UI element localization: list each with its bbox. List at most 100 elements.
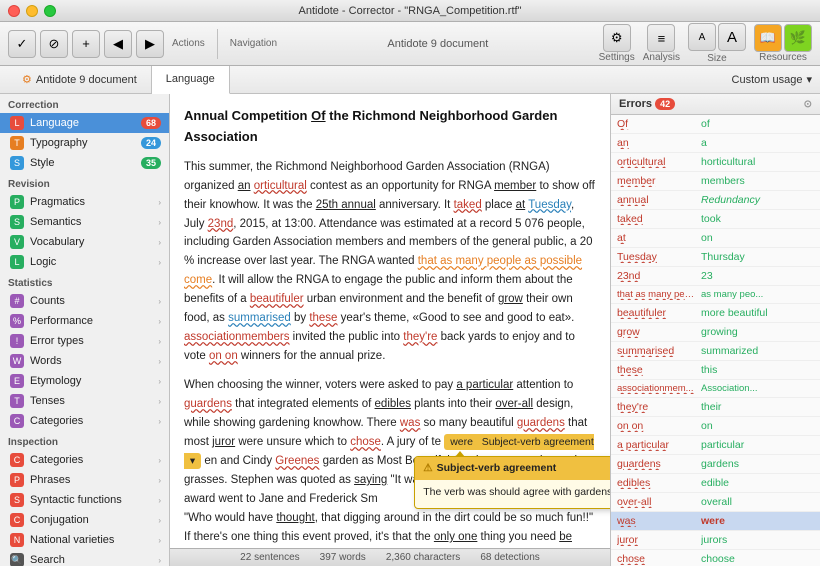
- scroll-indicator: ⊙: [804, 99, 812, 110]
- sidebar-item-error-types[interactable]: ! Error types ›: [0, 331, 169, 351]
- error-row-23nd[interactable]: 23nd23: [611, 267, 820, 286]
- doc-title: Annual Competition Of the Richmond Neigh…: [184, 106, 596, 148]
- tooltip-container: were Subject-verb agreement ▾ ⚠ Subject-…: [184, 436, 594, 467]
- back-button[interactable]: ◀: [104, 30, 132, 58]
- sidebar-item-phrases[interactable]: P Phrases ›: [0, 470, 169, 490]
- check-button[interactable]: ✓: [8, 30, 36, 58]
- sidebar-item-logic-label: Logic: [30, 256, 56, 268]
- antidote-label: Antidote 9 document: [387, 38, 488, 50]
- error-row-grow[interactable]: growgrowing: [611, 323, 820, 342]
- sidebar-item-vocabulary[interactable]: V Vocabulary ›: [0, 232, 169, 252]
- size-large-button[interactable]: A: [718, 23, 746, 51]
- language-tab[interactable]: Language: [152, 66, 230, 94]
- error-row-taked[interactable]: takedtook: [611, 210, 820, 229]
- error-row-many-peo[interactable]: that as many peo...as many peo...: [611, 286, 820, 304]
- settings-label: Settings: [599, 52, 635, 63]
- error-row-summarised[interactable]: summarisedsummarized: [611, 342, 820, 361]
- sidebar-item-typography-label: Typography: [30, 137, 87, 149]
- size-small-button[interactable]: A: [688, 23, 716, 51]
- chevron-right-icon: ›: [158, 198, 161, 207]
- sidebar-item-language-label: Language: [30, 117, 79, 129]
- sidebar: Correction L Language 68 T Typography 24…: [0, 94, 170, 566]
- error-row-overall[interactable]: over-alloverall: [611, 493, 820, 512]
- forward-button[interactable]: ▶: [136, 30, 164, 58]
- cancel-button[interactable]: ⊘: [40, 30, 68, 58]
- error-row-on-on[interactable]: on onon: [611, 417, 820, 436]
- editor-area[interactable]: Annual Competition Of the Richmond Neigh…: [170, 94, 610, 548]
- error-row-chose[interactable]: chosechoose: [611, 550, 820, 566]
- error-row-of[interactable]: Ofof: [611, 115, 820, 134]
- error-row-orticultural[interactable]: orticulturalhorticultural: [611, 153, 820, 172]
- language-icon: L: [10, 116, 24, 130]
- tenses-icon: T: [10, 394, 24, 408]
- sidebar-item-syntactic-functions[interactable]: S Syntactic functions ›: [0, 490, 169, 510]
- maximize-button[interactable]: [44, 5, 56, 17]
- sidebar-item-performance[interactable]: % Performance ›: [0, 311, 169, 331]
- sidebar-item-semantics[interactable]: S Semantics ›: [0, 212, 169, 232]
- tooltip-box: ⚠ Subject-verb agreement The verb was sh…: [414, 456, 610, 509]
- error-row-edibles[interactable]: ediblesedible: [611, 474, 820, 493]
- error-row-was[interactable]: waswere: [611, 512, 820, 531]
- sidebar-item-tenses[interactable]: T Tenses ›: [0, 391, 169, 411]
- vocabulary-icon: V: [10, 235, 24, 249]
- sidebar-item-words[interactable]: W Words ›: [0, 351, 169, 371]
- resources-label: Resources: [759, 52, 807, 63]
- search-icon: 🔍: [10, 553, 24, 566]
- paragraph-2: When choosing the winner, voters were as…: [184, 376, 596, 548]
- tooltip-header: ⚠ Subject-verb agreement: [415, 457, 610, 480]
- actions-section: ✓ ⊘ + ◀ ▶: [8, 30, 164, 58]
- style-badge: 35: [141, 157, 161, 169]
- error-row-juror[interactable]: jurorjurors: [611, 531, 820, 550]
- sidebar-item-language[interactable]: L Language 68: [0, 113, 169, 133]
- sidebar-item-conjugation[interactable]: C Conjugation ›: [0, 510, 169, 530]
- error-row-tuesday[interactable]: TuesdayThursday: [611, 248, 820, 267]
- custom-usage-selector[interactable]: Custom usage ▾: [732, 73, 812, 86]
- syntactic-functions-icon: S: [10, 493, 24, 507]
- error-types-icon: !: [10, 334, 24, 348]
- error-row-guardens[interactable]: guardensgardens: [611, 455, 820, 474]
- sidebar-item-error-types-label: Error types: [30, 335, 84, 347]
- error-row-theyre[interactable]: they'retheir: [611, 398, 820, 417]
- chevron-right-icon: ›: [158, 496, 161, 505]
- analysis-button[interactable]: ≡: [647, 24, 675, 52]
- error-row-an[interactable]: ana: [611, 134, 820, 153]
- sidebar-item-style[interactable]: S Style 35: [0, 153, 169, 173]
- right-panel-header: Errors 42 ⊙: [611, 94, 820, 115]
- chevron-right-icon: ›: [158, 417, 161, 426]
- error-row-assoc[interactable]: associationmem...Association...: [611, 380, 820, 398]
- sidebar-item-etymology[interactable]: E Etymology ›: [0, 371, 169, 391]
- sidebar-item-semantics-label: Semantics: [30, 216, 81, 228]
- sidebar-item-pragmatics[interactable]: P Pragmatics ›: [0, 192, 169, 212]
- error-row-member[interactable]: membermembers: [611, 172, 820, 191]
- error-row-these[interactable]: thesethis: [611, 361, 820, 380]
- close-button[interactable]: [8, 5, 20, 17]
- settings-button[interactable]: ⚙: [603, 24, 631, 52]
- add-button[interactable]: +: [72, 30, 100, 58]
- sidebar-item-counts-label: Counts: [30, 295, 65, 307]
- phrases-icon: P: [10, 473, 24, 487]
- minimize-button[interactable]: [26, 5, 38, 17]
- chevron-right-icon: ›: [158, 317, 161, 326]
- sidebar-item-categories-label: Categories: [30, 415, 83, 427]
- error-row-annual[interactable]: annualRedundancy: [611, 191, 820, 210]
- app-body: Correction L Language 68 T Typography 24…: [0, 94, 820, 566]
- sidebar-item-logic[interactable]: L Logic ›: [0, 252, 169, 272]
- resources-btn2[interactable]: 🌿: [784, 24, 812, 52]
- sidebar-item-typography[interactable]: T Typography 24: [0, 133, 169, 153]
- error-row-at[interactable]: aton: [611, 229, 820, 248]
- counts-icon: #: [10, 294, 24, 308]
- statistics-header: Statistics: [0, 272, 169, 291]
- error-row-a-particular[interactable]: a particularparticular: [611, 436, 820, 455]
- sidebar-item-conjugation-label: Conjugation: [30, 514, 89, 526]
- sentences-count: 22 sentences: [240, 552, 300, 563]
- words-count: 397 words: [320, 552, 366, 563]
- sidebar-item-national-varieties[interactable]: N National varieties ›: [0, 530, 169, 550]
- antidote-doc-tab[interactable]: ⚙ Antidote 9 document: [8, 66, 152, 94]
- sidebar-item-search[interactable]: 🔍 Search ›: [0, 550, 169, 566]
- error-row-beautifuler[interactable]: beautifulermore beautiful: [611, 304, 820, 323]
- resources-btn1[interactable]: 📖: [754, 24, 782, 52]
- sidebar-item-categories[interactable]: C Categories ›: [0, 411, 169, 431]
- sidebar-item-insp-categories[interactable]: C Categories ›: [0, 450, 169, 470]
- sidebar-item-counts[interactable]: # Counts ›: [0, 291, 169, 311]
- typography-badge: 24: [141, 137, 161, 149]
